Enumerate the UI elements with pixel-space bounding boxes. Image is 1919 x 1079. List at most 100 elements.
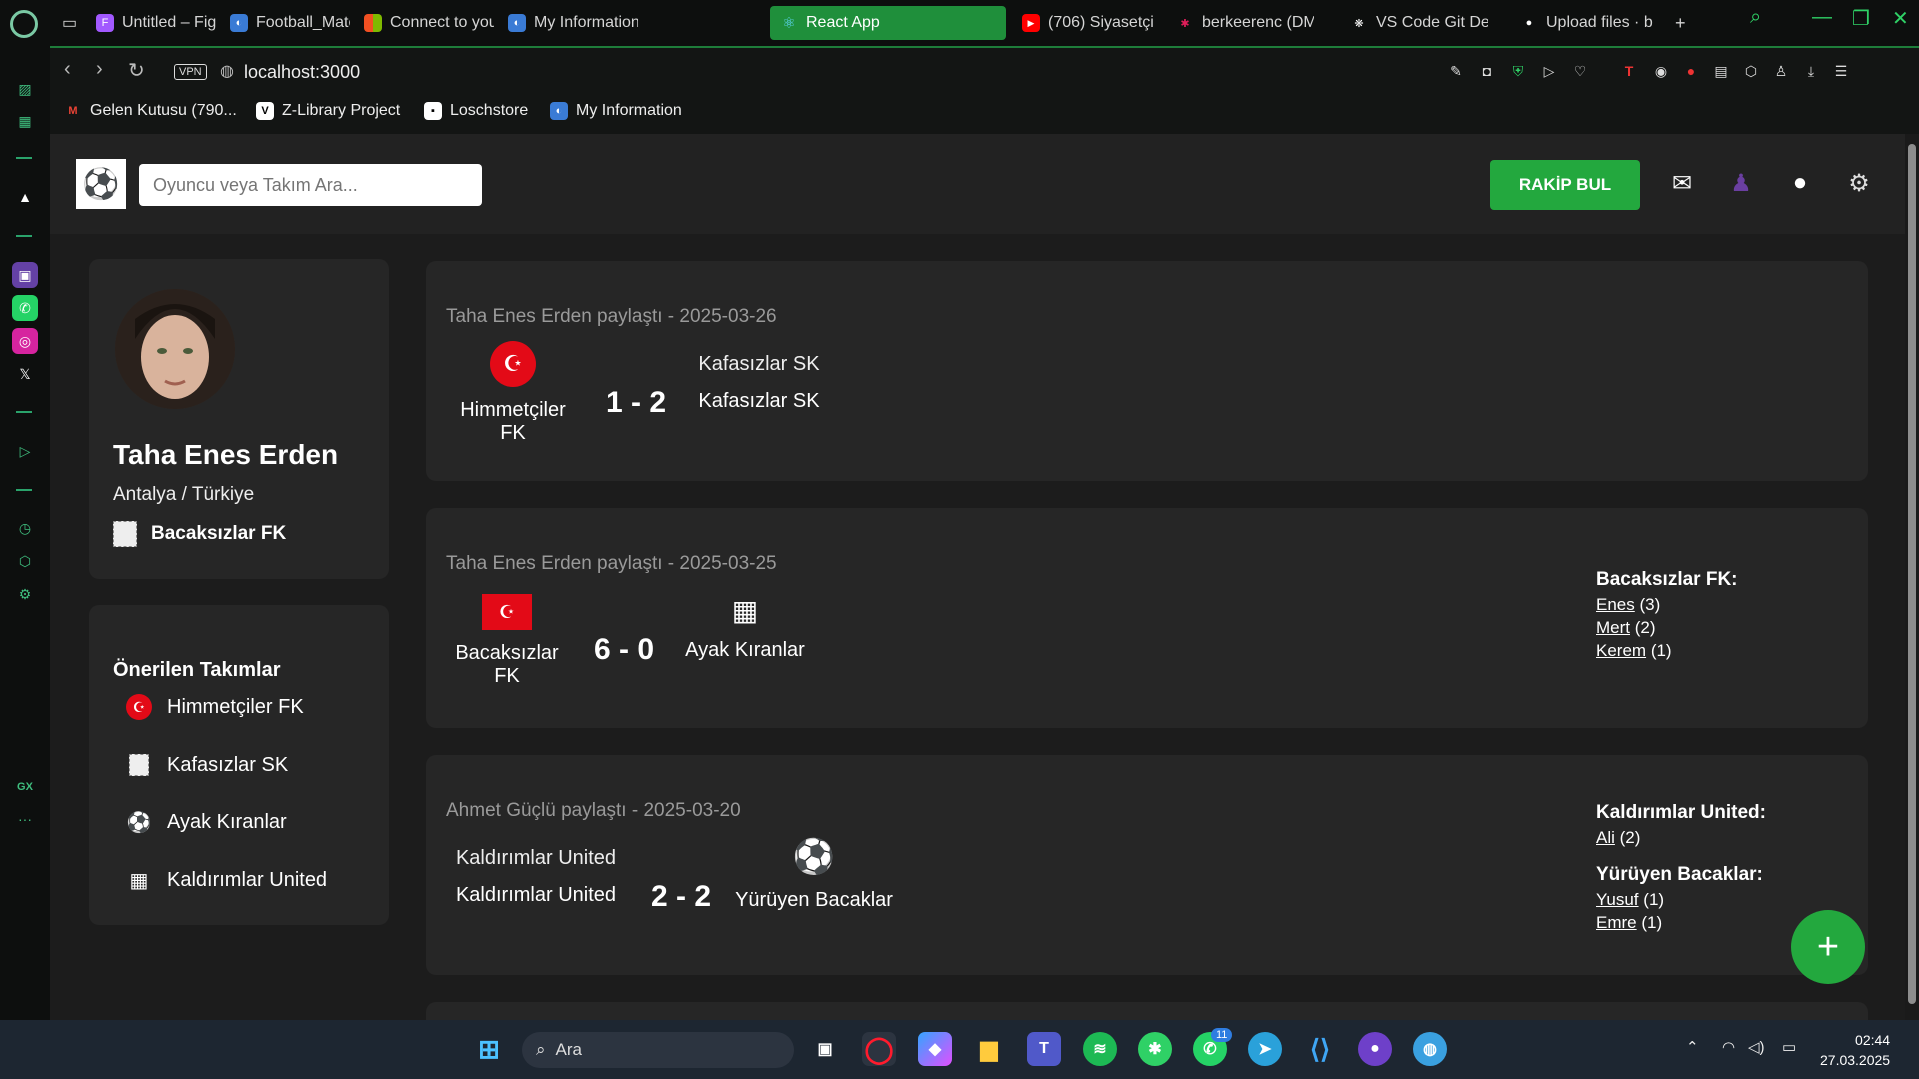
home-team[interactable]: ☪ Himmetçiler FK <box>446 341 580 445</box>
tab-slack[interactable]: ✱ berkeerenc (DM <box>1166 6 1314 40</box>
tray-chevron-icon[interactable]: ⌃ <box>1686 1038 1699 1056</box>
telegram-icon[interactable]: ➤ <box>1248 1032 1282 1066</box>
search-input[interactable] <box>139 164 482 206</box>
tab-react-app[interactable]: ⚛ React App <box>770 6 1006 40</box>
add-match-button[interactable]: + <box>1791 910 1865 984</box>
settings-gear-icon[interactable]: ⚙ <box>1844 168 1874 198</box>
profile-icon[interactable]: ♙ <box>1770 60 1792 82</box>
suggested-team-item[interactable]: ▦ Kaldırımlar United <box>125 866 328 894</box>
history-icon[interactable]: ◷ <box>12 515 38 541</box>
copilot-icon[interactable]: ◆ <box>918 1032 952 1066</box>
more-icon[interactable]: ··· <box>12 806 38 832</box>
bookmark-gmail[interactable]: M Gelen Kutusu (790... <box>64 102 236 120</box>
profile-team[interactable]: Bacaksızlar FK <box>113 521 286 547</box>
download-icon[interactable]: ⤓ <box>1800 60 1822 82</box>
url-field[interactable]: localhost:3000 <box>244 62 360 83</box>
back-icon[interactable]: ‹ <box>64 58 71 81</box>
profile-team-name: Bacaksızlar FK <box>151 523 287 544</box>
battery-icon[interactable]: ▭ <box>1782 1038 1796 1056</box>
bookmark-loschstore[interactable]: ▪ Loschstore <box>424 102 528 120</box>
maximize-icon[interactable]: ❐ <box>1852 6 1870 31</box>
bookmark-my-information[interactable]: ◐ My Information <box>550 102 682 120</box>
chart-icon[interactable]: ▨ <box>12 76 38 102</box>
taskbar-search[interactable]: ⌕ Ara <box>522 1032 794 1068</box>
slack-icon: ✱ <box>1180 17 1190 30</box>
scorer-link[interactable]: Yusuf <box>1596 890 1639 909</box>
tab-github[interactable]: ● Upload files · b <box>1510 6 1658 40</box>
new-tab-button[interactable]: + <box>1665 6 1695 40</box>
opera-logo-icon[interactable] <box>10 10 38 38</box>
whatsapp-icon[interactable]: ✆ <box>12 295 38 321</box>
box-icon[interactable]: ⬡ <box>1740 60 1762 82</box>
scorer-link[interactable]: Enes <box>1596 595 1635 614</box>
system-clock[interactable]: 02:44 27.03.2025 <box>1820 1030 1890 1070</box>
windows-start-icon[interactable]: ⊞ <box>472 1032 506 1066</box>
home-team[interactable]: ☪ Bacaksızlar FK <box>446 594 568 688</box>
flag-extension-icon[interactable]: ▤ <box>1710 60 1732 82</box>
bookmark-zlibrary[interactable]: V Z-Library Project <box>256 102 400 120</box>
tab-connect[interactable]: Connect to you <box>354 6 494 40</box>
camera-icon[interactable]: ◘ <box>1476 60 1498 82</box>
task-view-icon[interactable]: ▣ <box>808 1032 842 1066</box>
twitch-icon[interactable]: ▣ <box>12 262 38 288</box>
spotify-icon[interactable]: ≋ <box>1083 1032 1117 1066</box>
send-icon[interactable]: ▷ <box>1538 60 1560 82</box>
away-team[interactable]: ▦ Ayak Kıranlar <box>680 594 810 662</box>
edit-icon[interactable]: ✎ <box>1445 60 1467 82</box>
file-explorer-icon[interactable]: ▆ <box>972 1032 1006 1066</box>
teams-icon[interactable]: T <box>1027 1032 1061 1066</box>
away-team[interactable]: Kafasızlar SK Kafasızlar SK <box>694 353 824 413</box>
scorer-link[interactable]: Kerem <box>1596 641 1646 660</box>
find-opponent-button[interactable]: RAKİP BUL <box>1490 160 1640 210</box>
profile-location: Antalya / Türkiye <box>113 484 255 505</box>
user-icon[interactable]: ♟ <box>1726 168 1756 198</box>
tab-figma[interactable]: F Untitled – Figma <box>86 6 216 40</box>
record-icon[interactable]: ● <box>1680 60 1702 82</box>
github-desktop-icon[interactable]: ● <box>1358 1032 1392 1066</box>
suggested-team-item[interactable]: ⚽ Ayak Kıranlar <box>125 808 287 836</box>
x-twitter-icon[interactable]: 𝕏 <box>12 361 38 387</box>
shield-icon[interactable]: ⛨ <box>1507 60 1529 82</box>
app-logo-icon[interactable]: ⚽ <box>76 159 126 209</box>
search-tabs-icon[interactable]: ⌕ <box>1750 6 1761 29</box>
tp-extension-icon[interactable]: T <box>1618 60 1640 82</box>
opera-gx-icon[interactable]: ◯ <box>862 1032 896 1066</box>
gx-label[interactable]: GX <box>12 774 38 800</box>
settings-icon[interactable]: ⚙ <box>12 581 38 607</box>
suggested-team-item[interactable]: Kafasızlar SK <box>125 751 288 779</box>
player-icon[interactable]: ▷ <box>12 438 38 464</box>
inbox-icon[interactable]: ✉ <box>1667 168 1697 198</box>
app-globe-icon[interactable]: ◍ <box>1413 1032 1447 1066</box>
minimize-icon[interactable]: — <box>1812 6 1832 29</box>
tab-football-match[interactable]: ◐ Football_Match <box>220 6 350 40</box>
away-team[interactable]: ⚽ Yürüyen Bacaklar <box>734 837 894 912</box>
tab-vscode-git[interactable]: ❋ VS Code Git De <box>1340 6 1488 40</box>
tab-my-information[interactable]: ◐ My Information <box>498 6 638 40</box>
close-icon[interactable]: ✕ <box>1892 6 1909 31</box>
menu-icon[interactable]: ☰ <box>1830 60 1852 82</box>
home-team[interactable]: Kaldırımlar United Kaldırımlar United <box>446 847 626 907</box>
tab-youtube[interactable]: ▶ (706) Siyasetçi <box>1012 6 1157 40</box>
scorer-link[interactable]: Ali <box>1596 828 1615 847</box>
broadcast-icon[interactable]: ◉ <box>1650 60 1672 82</box>
vscode-icon[interactable]: ⟨⟩ <box>1303 1032 1337 1066</box>
scorer-link[interactable]: Mert <box>1596 618 1630 637</box>
scrollbar-thumb[interactable] <box>1908 144 1916 1004</box>
scorer-link[interactable]: Emre <box>1596 913 1637 932</box>
suggested-team-item[interactable]: ☪ Himmetçiler FK <box>125 693 304 721</box>
tab-manager-icon[interactable]: ▭ <box>52 6 82 40</box>
instagram-icon[interactable]: ◎ <box>12 328 38 354</box>
app-green-icon[interactable]: ✱ <box>1138 1032 1172 1066</box>
forward-icon[interactable]: › <box>96 58 103 81</box>
cpu-icon[interactable]: ▦ <box>12 108 38 134</box>
page-scrollbar[interactable] <box>1905 134 1919 1020</box>
aria-icon[interactable]: ▲ <box>12 184 38 210</box>
reload-icon[interactable]: ↻ <box>128 58 145 83</box>
heart-icon[interactable]: ♡ <box>1569 60 1591 82</box>
avatar[interactable] <box>115 289 235 409</box>
volume-icon[interactable]: ◁) <box>1748 1038 1765 1056</box>
cube-icon[interactable]: ⬡ <box>12 548 38 574</box>
vpn-badge[interactable]: VPN <box>174 64 207 80</box>
wifi-icon[interactable]: ◠ <box>1722 1038 1735 1056</box>
chat-icon[interactable]: ● <box>1785 168 1815 198</box>
